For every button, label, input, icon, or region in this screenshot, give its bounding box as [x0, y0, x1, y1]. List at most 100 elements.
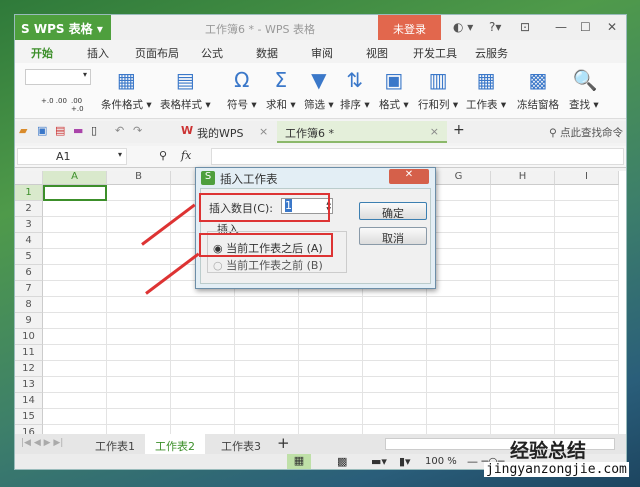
sheet-tab[interactable]: 工作表3: [211, 434, 271, 454]
cell[interactable]: [235, 377, 299, 393]
cell[interactable]: [171, 377, 235, 393]
ok-button[interactable]: 确定: [359, 202, 427, 220]
cell[interactable]: [299, 329, 363, 345]
cell[interactable]: [363, 361, 427, 377]
cell[interactable]: [491, 393, 555, 409]
cell[interactable]: [555, 217, 619, 233]
cell[interactable]: [491, 409, 555, 425]
redo-icon[interactable]: ↷: [133, 124, 142, 137]
cell[interactable]: [491, 233, 555, 249]
app-menu-button[interactable]: S WPS 表格 ▾: [15, 15, 111, 40]
page-layout-icon[interactable]: ▬▾: [371, 455, 387, 468]
cell[interactable]: [427, 393, 491, 409]
cell[interactable]: [555, 265, 619, 281]
name-box[interactable]: A1 ▾: [17, 148, 127, 165]
cell[interactable]: [491, 201, 555, 217]
page-break-view-icon[interactable]: ▩: [337, 455, 347, 468]
cell[interactable]: [171, 345, 235, 361]
cell[interactable]: [107, 201, 171, 217]
sheet-nav-arrows[interactable]: |◀ ◀ ▶ ▶|: [21, 438, 63, 448]
cell[interactable]: [427, 249, 491, 265]
cell[interactable]: [427, 409, 491, 425]
cell[interactable]: [43, 297, 107, 313]
row-header[interactable]: 9: [15, 313, 43, 329]
cell[interactable]: [107, 361, 171, 377]
cell[interactable]: [299, 393, 363, 409]
column-header[interactable]: I: [555, 171, 619, 185]
normal-view-icon[interactable]: ▦: [287, 454, 311, 469]
row-header[interactable]: 6: [15, 265, 43, 281]
row-header[interactable]: 2: [15, 201, 43, 217]
cell[interactable]: [43, 313, 107, 329]
cell[interactable]: [171, 313, 235, 329]
cell[interactable]: [427, 329, 491, 345]
cell[interactable]: [491, 313, 555, 329]
row-header[interactable]: 8: [15, 297, 43, 313]
tab-5[interactable]: 审阅: [311, 45, 333, 61]
cell[interactable]: [43, 281, 107, 297]
tab-3[interactable]: 公式: [201, 45, 223, 61]
cell[interactable]: [363, 313, 427, 329]
cell[interactable]: [555, 249, 619, 265]
ribbon-button-8[interactable]: ▦ 工作表 ▾: [466, 69, 506, 112]
cell[interactable]: [171, 297, 235, 313]
cell[interactable]: [43, 393, 107, 409]
row-header[interactable]: 15: [15, 409, 43, 425]
cell[interactable]: [555, 361, 619, 377]
cell[interactable]: [363, 409, 427, 425]
cell[interactable]: [235, 313, 299, 329]
cell[interactable]: [43, 217, 107, 233]
cell[interactable]: [427, 281, 491, 297]
cell[interactable]: [235, 329, 299, 345]
cell[interactable]: [363, 329, 427, 345]
radio-before[interactable]: ○ 当前工作表之前 (B): [213, 257, 323, 273]
cell[interactable]: [491, 249, 555, 265]
skin-icon[interactable]: ◐ ▾: [453, 20, 473, 34]
close-mywps-icon[interactable]: ×: [259, 125, 268, 138]
cell[interactable]: [299, 297, 363, 313]
ribbon-button-0[interactable]: ▦ 条件格式 ▾: [101, 69, 152, 112]
cell[interactable]: [43, 249, 107, 265]
maximize-button[interactable]: ☐: [580, 20, 591, 34]
fx-icon[interactable]: fx: [181, 149, 191, 162]
cell[interactable]: [107, 377, 171, 393]
select-all-corner[interactable]: [15, 171, 43, 185]
column-header[interactable]: A: [43, 171, 107, 185]
cell[interactable]: [555, 297, 619, 313]
cell[interactable]: [555, 313, 619, 329]
font-size-dropdown[interactable]: ▾: [25, 69, 91, 85]
cell[interactable]: [107, 185, 171, 201]
cell[interactable]: [235, 297, 299, 313]
pdf-icon[interactable]: ▤: [55, 124, 65, 137]
tab-2[interactable]: 页面布局: [135, 45, 179, 61]
cell[interactable]: [427, 345, 491, 361]
cell[interactable]: [171, 329, 235, 345]
sheet-tab[interactable]: 工作表2: [145, 434, 205, 454]
cell[interactable]: [107, 409, 171, 425]
cell[interactable]: [107, 329, 171, 345]
cell[interactable]: [491, 265, 555, 281]
cell[interactable]: [555, 409, 619, 425]
cell[interactable]: [491, 329, 555, 345]
cell[interactable]: [43, 265, 107, 281]
cell[interactable]: [235, 409, 299, 425]
cell[interactable]: [43, 185, 107, 201]
cell[interactable]: [299, 345, 363, 361]
help-icon[interactable]: ?▾: [489, 20, 501, 34]
undo-icon[interactable]: ↶: [115, 124, 124, 137]
row-header[interactable]: 5: [15, 249, 43, 265]
cell[interactable]: [427, 313, 491, 329]
cell[interactable]: [427, 233, 491, 249]
close-doc-icon[interactable]: ×: [430, 125, 439, 138]
cell[interactable]: [491, 217, 555, 233]
cell[interactable]: [43, 377, 107, 393]
cell[interactable]: [43, 409, 107, 425]
formula-input[interactable]: [211, 148, 624, 165]
zoom-formula-icon[interactable]: ⚲: [159, 149, 167, 162]
ribbon-button-4[interactable]: ▼ 筛选 ▾: [304, 69, 334, 112]
ribbon-button-5[interactable]: ⇅ 排序 ▾: [340, 69, 370, 112]
cell[interactable]: [427, 265, 491, 281]
cell[interactable]: [491, 377, 555, 393]
cell[interactable]: [427, 361, 491, 377]
cell[interactable]: [107, 313, 171, 329]
